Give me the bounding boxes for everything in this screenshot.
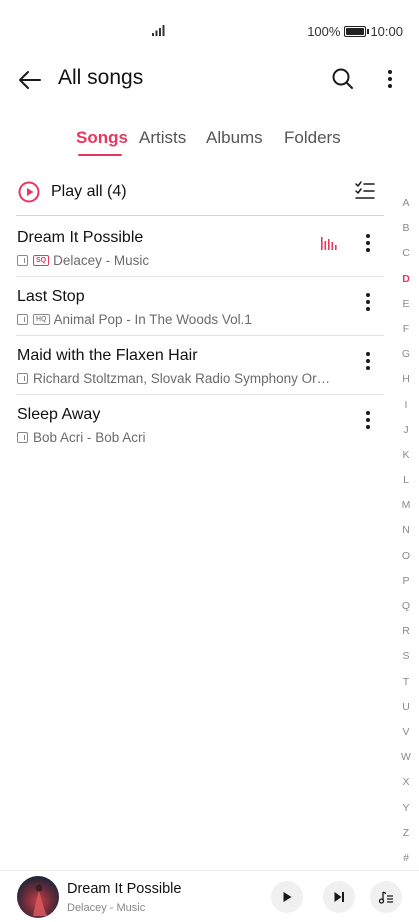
song-subtitle: Bob Acri - Bob Acri [17,430,333,445]
song-more-icon[interactable] [358,230,378,256]
now-playing-subtitle: Delacey - Music [67,902,146,914]
song-subtitle: Richard Stoltzman, Slovak Radio Symphony… [17,371,333,386]
alphabet-index-letter[interactable]: G [396,342,416,367]
song-artist-album: Delacey - Music [53,253,150,268]
tab-folders[interactable]: Folders [284,128,341,148]
alphabet-index-letter[interactable]: L [396,468,416,493]
alphabet-index-letter[interactable]: Z [396,821,416,846]
tab-songs[interactable]: Songs [76,128,128,148]
local-file-icon [17,432,28,443]
search-icon[interactable] [330,66,356,92]
status-bar: 100% 10:00 [0,0,419,62]
song-row[interactable]: Sleep Away Bob Acri - Bob Acri [16,395,384,454]
now-playing-title: Dream It Possible [67,881,182,897]
song-more-icon[interactable] [358,348,378,374]
tab-artists[interactable]: Artists [139,128,186,148]
alphabet-index-letter[interactable]: R [396,619,416,644]
skip-next-icon[interactable] [323,881,355,913]
local-file-icon [17,373,28,384]
alphabet-index-letter[interactable]: B [396,216,416,241]
song-more-icon[interactable] [358,289,378,315]
alphabet-index-letter[interactable]: C [396,241,416,266]
song-subtitle: HQ Animal Pop - In The Woods Vol.1 [17,312,333,327]
song-row[interactable]: Maid with the Flaxen Hair Richard Stoltz… [16,336,384,395]
alphabet-index-letter[interactable]: X [396,770,416,795]
status-right: 100% 10:00 [307,24,403,39]
play-all-label[interactable]: Play all (4) [51,183,127,201]
checklist-icon[interactable] [354,180,376,202]
alphabet-index-letter[interactable]: K [396,443,416,468]
alphabet-index-letter[interactable]: H [396,367,416,392]
battery-fill [346,28,365,35]
alphabet-index-letter[interactable]: T [396,670,416,695]
app-bar: All songs [0,58,419,102]
playlist-icon[interactable] [370,881,402,913]
alphabet-index-letter[interactable]: Q [396,594,416,619]
signal-icon [152,25,165,36]
song-title: Last Stop [17,288,85,305]
song-row[interactable]: Last Stop HQ Animal Pop - In The Woods V… [16,277,384,336]
play-icon[interactable] [271,881,303,913]
page-title: All songs [58,66,144,89]
song-artist-album: Bob Acri - Bob Acri [33,430,146,445]
song-row[interactable]: Dream It Possible SQ Delacey - Music [16,218,384,277]
more-vertical-icon[interactable] [380,66,400,92]
alphabet-index-letter[interactable]: Y [396,796,416,821]
tab-indicator [78,154,122,156]
alphabet-index-letter[interactable]: # [396,846,416,871]
local-file-icon [17,314,28,325]
back-arrow-icon[interactable] [16,66,44,94]
song-subtitle: SQ Delacey - Music [17,253,333,268]
alphabet-index-letter[interactable]: J [396,418,416,443]
quality-badge: SQ [33,255,50,266]
play-all-row[interactable]: Play all (4) [16,178,384,216]
mini-player[interactable]: Dream It Possible Delacey - Music [0,870,419,922]
alphabet-index-letter[interactable]: M [396,493,416,518]
alphabet-index-letter[interactable]: W [396,745,416,770]
song-more-icon[interactable] [358,407,378,433]
alphabet-index-letter[interactable]: E [396,292,416,317]
play-circle-icon[interactable] [18,181,40,203]
alphabet-index-letter[interactable]: V [396,720,416,745]
alphabet-index-letter[interactable]: U [396,695,416,720]
battery-icon [344,26,370,37]
tab-bar: Songs Artists Albums Folders [0,126,419,166]
alphabet-index-letter[interactable]: S [396,644,416,669]
equalizer-icon [321,237,337,250]
song-artist-album: Richard Stoltzman, Slovak Radio Symphony… [33,371,333,386]
local-file-icon [17,255,28,266]
battery-percent: 100% [307,24,341,39]
alphabet-index-letter[interactable]: D [396,267,416,292]
alphabet-index-letter[interactable]: I [396,393,416,418]
quality-badge: HQ [33,314,50,325]
song-title: Maid with the Flaxen Hair [17,347,198,364]
alphabet-index-letter[interactable]: F [396,317,416,342]
tab-albums[interactable]: Albums [206,128,263,148]
album-cover[interactable] [17,876,59,918]
song-title: Dream It Possible [17,229,144,246]
alphabet-index-letter[interactable]: P [396,569,416,594]
alphabet-index-letter[interactable]: A [396,191,416,216]
song-title: Sleep Away [17,406,101,423]
clock: 10:00 [370,24,403,39]
alphabet-index-letter[interactable]: N [396,518,416,543]
alphabet-index[interactable]: A B C D E F G H I J K L M N O P Q R S T U V W X Y Z # [396,191,416,871]
alphabet-index-letter[interactable]: O [396,544,416,569]
song-artist-album: Animal Pop - In The Woods Vol.1 [53,312,252,327]
